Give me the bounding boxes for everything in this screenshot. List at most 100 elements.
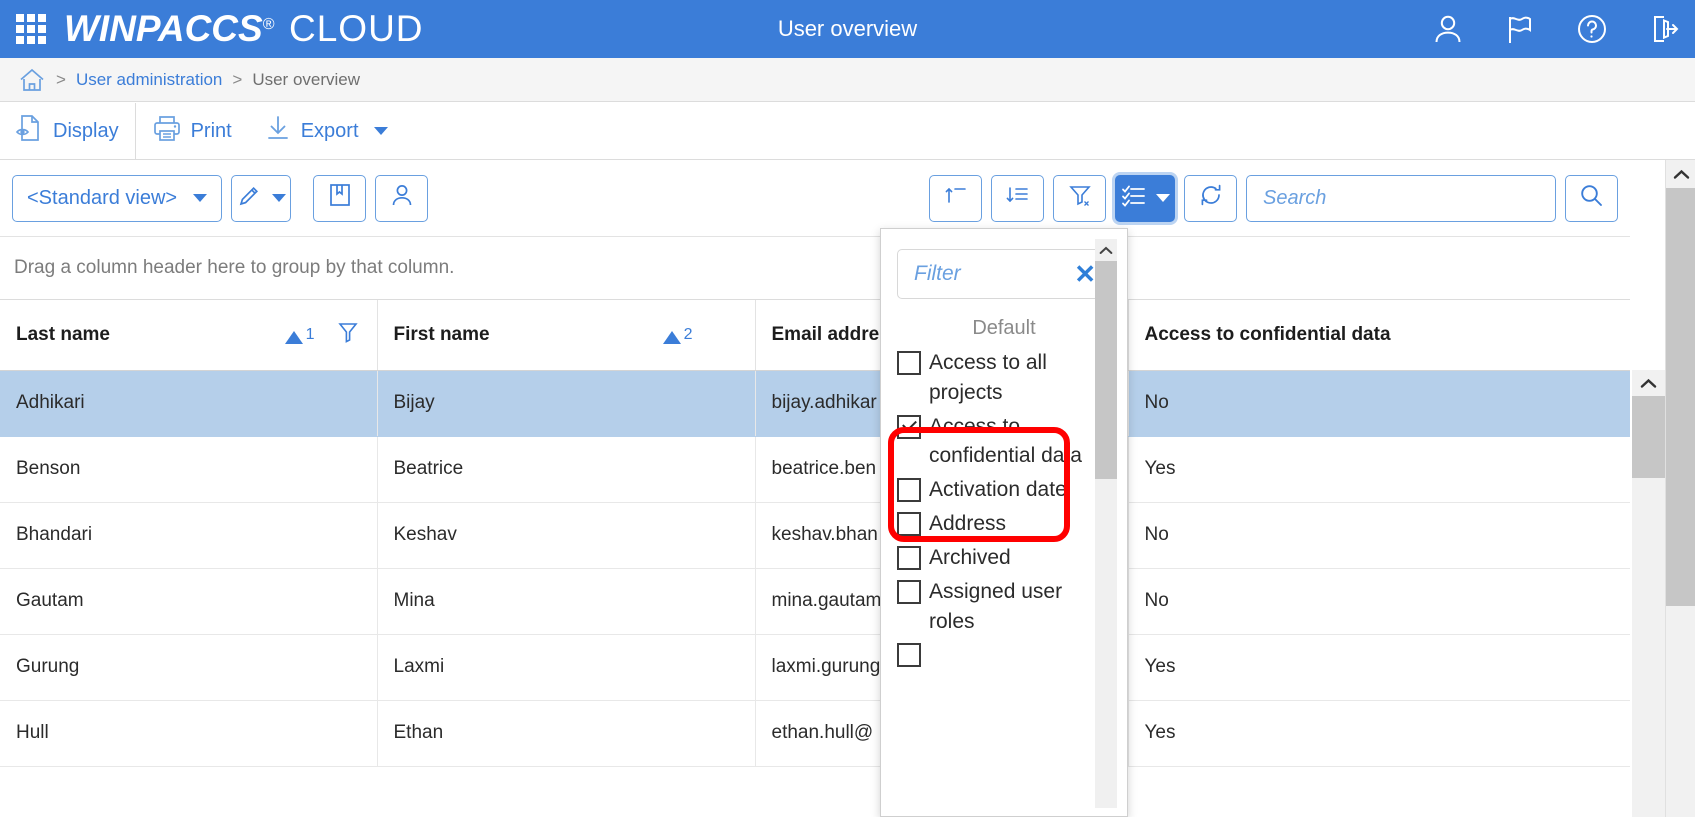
breadcrumb-item-user-administration[interactable]: User administration <box>76 70 222 90</box>
print-action[interactable]: Print <box>136 103 248 159</box>
table-row[interactable]: Adhikari Bijay bijay.adhikar No <box>0 370 1630 437</box>
sort-button[interactable] <box>929 174 982 222</box>
column-chooser-item[interactable]: Activation date <box>897 473 1099 507</box>
column-chooser-list: Access to all projects Access to confide… <box>881 346 1127 669</box>
cell-first-name: Keshav <box>377 502 756 569</box>
cell-first-name: Laxmi <box>377 634 756 701</box>
view-selector-button[interactable]: <Standard view> <box>12 174 223 222</box>
cell-confidential: Yes <box>1128 700 1630 767</box>
export-action-label: Export <box>300 119 359 142</box>
magnifier-icon <box>1578 182 1605 215</box>
download-icon <box>264 114 292 148</box>
column-chooser-item[interactable]: Address <box>897 507 1099 541</box>
close-icon[interactable]: ✕ <box>1074 261 1096 287</box>
logout-icon[interactable] <box>1647 12 1681 46</box>
display-action-label: Display <box>53 119 119 142</box>
multi-sort-button[interactable] <box>991 174 1044 222</box>
export-action[interactable]: Export <box>248 103 404 159</box>
column-chooser-filter[interactable]: ✕ <box>897 249 1111 299</box>
chevron-down-icon <box>1155 194 1170 202</box>
table-row[interactable]: Gautam Mina mina.gautam No <box>0 568 1630 635</box>
search-box[interactable] <box>1246 174 1556 222</box>
scroll-up-icon[interactable] <box>1632 370 1665 396</box>
page-vertical-scrollbar[interactable] <box>1665 160 1695 817</box>
refresh-button[interactable] <box>1184 174 1237 222</box>
refresh-icon <box>1198 182 1224 214</box>
user-account-icon[interactable] <box>1431 12 1465 46</box>
data-grid: Last name 1 First name 2 Email addre Acc… <box>0 300 1630 817</box>
column-chooser-filter-input[interactable] <box>912 261 1069 287</box>
pencil-edit-button[interactable] <box>231 174 292 222</box>
breadcrumb-item-user-overview: User overview <box>252 69 361 89</box>
display-preview-icon <box>14 113 44 149</box>
book-button[interactable] <box>313 174 367 222</box>
column-chooser-scrollbar-thumb[interactable] <box>1095 261 1117 479</box>
breadcrumb-separator-1: > <box>56 69 66 89</box>
breadcrumb-separator-2: > <box>232 69 243 89</box>
group-panel-text: Drag a column header here to group by th… <box>14 257 455 278</box>
column-header-access-confidential[interactable]: Access to confidential data <box>1128 300 1630 371</box>
table-row[interactable]: Benson Beatrice beatrice.ben Yes <box>0 436 1630 503</box>
table-row[interactable]: Bhandari Keshav keshav.bhan No <box>0 502 1630 569</box>
checkbox-icon[interactable] <box>897 512 921 537</box>
clear-filter-button[interactable] <box>1053 174 1106 222</box>
sort-ascending-icon: 2 <box>662 325 693 344</box>
column-header-label: Access to confidential data <box>1144 323 1391 345</box>
search-button[interactable] <box>1565 174 1618 222</box>
scroll-up-icon[interactable] <box>1095 239 1117 261</box>
cell-last-name: Gautam <box>0 568 378 635</box>
cell-first-name: Ethan <box>377 700 756 767</box>
column-chooser-item[interactable]: Assigned user roles <box>897 575 1099 639</box>
column-chooser-scrollbar[interactable] <box>1095 239 1117 808</box>
checkbox-icon[interactable] <box>897 351 921 375</box>
app-root: WINPACCS ® CLOUD User overview > User ad… <box>0 0 1695 817</box>
cell-last-name: Benson <box>0 436 378 503</box>
cell-confidential: No <box>1128 568 1630 635</box>
book-icon <box>327 182 353 214</box>
table-row[interactable]: Hull Ethan ethan.hull@ Yes <box>0 700 1630 767</box>
sort-order-number: 2 <box>683 325 693 343</box>
user-icon <box>389 182 415 214</box>
flag-icon[interactable] <box>1503 12 1537 46</box>
grid-scrollbar-thumb[interactable] <box>1632 396 1665 478</box>
column-chooser-item[interactable] <box>897 638 1099 669</box>
scroll-up-icon[interactable] <box>1666 160 1695 188</box>
column-chooser-item[interactable]: Archived <box>897 541 1099 575</box>
checkbox-icon[interactable] <box>897 478 921 503</box>
table-row[interactable]: Gurung Laxmi laxmi.gurung Yes <box>0 634 1630 701</box>
column-chooser-item[interactable]: Access to confidential data <box>897 410 1099 474</box>
checkbox-icon[interactable] <box>897 545 921 570</box>
funnel-clear-icon <box>1067 182 1093 214</box>
search-input[interactable] <box>1261 185 1541 211</box>
checklist-icon <box>1121 182 1147 214</box>
checkbox-icon[interactable] <box>897 579 921 604</box>
cell-confidential: Yes <box>1128 436 1630 503</box>
cell-last-name: Adhikari <box>0 370 378 437</box>
column-filter-icon[interactable] <box>335 319 361 351</box>
chevron-down-icon <box>193 194 208 202</box>
column-chooser-button[interactable] <box>1115 174 1175 222</box>
checkbox-icon[interactable] <box>897 643 921 668</box>
cell-confidential: Yes <box>1128 634 1630 701</box>
sort-ascending-icon: 1 <box>284 326 315 344</box>
group-panel[interactable]: Drag a column header here to group by th… <box>0 237 1630 300</box>
column-header-label: Last name <box>16 323 110 345</box>
column-chooser-item-label: Assigned user roles <box>929 579 1063 633</box>
breadcrumb: > User administration > User overview <box>0 58 1695 102</box>
view-selector-label: <Standard view> <box>27 186 178 209</box>
sort-icon <box>943 182 969 214</box>
printer-icon <box>152 113 182 149</box>
display-action[interactable]: Display <box>0 103 135 159</box>
cell-first-name: Mina <box>377 568 756 635</box>
home-icon[interactable] <box>18 66 46 94</box>
help-icon[interactable] <box>1575 12 1609 46</box>
column-chooser-item-label: Address <box>929 512 1007 536</box>
user-button[interactable] <box>375 174 429 222</box>
column-header-first-name[interactable]: First name 2 <box>377 300 756 371</box>
page-scrollbar-thumb[interactable] <box>1666 188 1695 606</box>
checkbox-checked-icon[interactable] <box>897 414 921 439</box>
column-header-last-name[interactable]: Last name 1 <box>0 300 378 371</box>
cell-last-name: Hull <box>0 700 378 767</box>
column-chooser-item[interactable]: Access to all projects <box>897 346 1099 410</box>
grid-vertical-scrollbar[interactable] <box>1632 370 1665 817</box>
